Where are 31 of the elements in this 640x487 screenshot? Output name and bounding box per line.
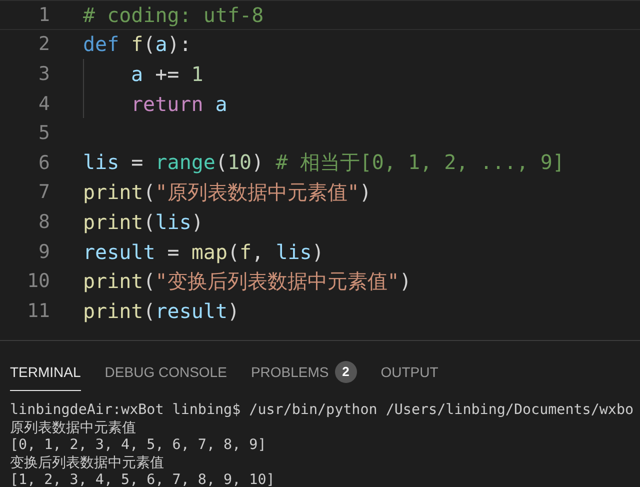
line-number: 3 — [38, 62, 50, 85]
line-number: 8 — [38, 210, 50, 233]
panel-tab[interactable]: DEBUG CONSOLE — [104, 359, 227, 391]
code-line: print(result) — [83, 298, 240, 323]
code-line: a += 1 — [131, 62, 204, 86]
code-line: print("变换后列表数据中元素值") — [83, 268, 412, 295]
line-number: 4 — [38, 92, 50, 115]
line-number: 9 — [38, 240, 50, 263]
line-number: 11 — [26, 300, 50, 322]
panel-tab[interactable]: TERMINAL — [10, 359, 81, 391]
line-number: 2 — [38, 33, 50, 56]
code-line: # coding: utf-8 — [83, 2, 264, 27]
code-line: def f(a): — [83, 32, 192, 56]
code-line: lis = range(10) # 相当于[0, 1, 2, ..., 9] — [83, 149, 564, 176]
line-number: 10 — [26, 270, 50, 292]
terminal-line: 变换后列表数据中元素值 — [10, 454, 164, 470]
terminal-line: linbingdeAir:wxBot linbing$ /usr/bin/python /Users/linbing/Documents/wxbo — [10, 402, 634, 418]
terminal-line: 原列表数据中元素值 — [10, 420, 136, 436]
code-line: print(lis) — [83, 210, 204, 234]
panel-tab[interactable]: OUTPUT — [380, 359, 438, 391]
terminal-line: [1, 2, 3, 4, 5, 6, 7, 8, 9, 10] — [10, 472, 275, 487]
line-number: 7 — [38, 181, 50, 204]
code-line: print("原列表数据中元素值") — [83, 178, 372, 206]
line-number: 5 — [38, 122, 50, 144]
panel-tab[interactable]: PROBLEMS 2 — [250, 359, 357, 391]
line-number: 1 — [38, 4, 50, 26]
count-badge: 2 — [334, 360, 357, 382]
code-line: return a — [131, 92, 228, 116]
terminal-line: [0, 1, 2, 3, 4, 5, 6, 7, 8, 9] — [10, 437, 266, 453]
code-line: result = map(f, lis) — [83, 240, 324, 264]
line-number: 6 — [38, 152, 50, 174]
